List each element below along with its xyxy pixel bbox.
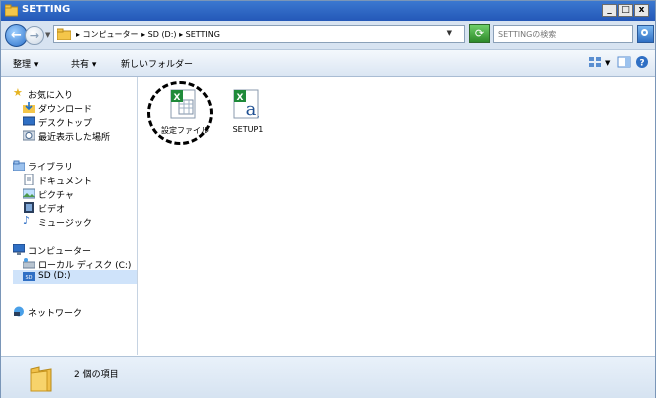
back-arrow-icon: ←	[11, 28, 22, 43]
svg-text:,: ,	[257, 110, 260, 119]
close-button[interactable]: x	[634, 4, 649, 17]
command-bar: 整理 ▾ 共有 ▾ 新しいフォルダー ▼ ?	[1, 50, 655, 77]
navigation-pane: ★ お気に入り ダウンロード デスクトップ 最近表示した場所 ライブラリ ドキュ…	[1, 77, 138, 355]
view-options-icon[interactable]	[588, 55, 602, 69]
nav-network[interactable]: ネットワーク	[13, 305, 133, 319]
address-row: ← → ▼ ▸ コンピューター ▸ SD (D:) ▸ SETTING ▼ ⟳	[1, 21, 655, 50]
nav-sd-d[interactable]: SD SD (D:)	[13, 270, 137, 284]
file-name: SETUP1	[232, 125, 264, 134]
search-icon	[641, 29, 648, 36]
search-button[interactable]	[637, 25, 654, 43]
file-list: X 設定ファイル X a , SETUP1	[138, 77, 655, 355]
network-icon	[14, 306, 24, 317]
sd-card-icon: SD	[23, 272, 35, 281]
star-icon: ★	[13, 86, 23, 99]
new-folder-button[interactable]: 新しいフォルダー	[121, 57, 193, 70]
folder-icon	[57, 28, 71, 40]
nav-recent-places[interactable]: 最近表示した場所	[23, 129, 133, 143]
nav-desktop[interactable]: デスクトップ	[23, 115, 133, 129]
svg-text:X: X	[237, 93, 244, 103]
address-dropdown-icon[interactable]: ▼	[447, 29, 452, 37]
maximize-button[interactable]: □	[618, 4, 633, 17]
window-title: SETTING	[22, 4, 71, 15]
computer-icon	[13, 244, 25, 255]
document-icon	[24, 174, 34, 185]
library-icon	[13, 160, 25, 171]
picture-icon	[23, 188, 35, 199]
refresh-button[interactable]: ⟳	[469, 24, 490, 43]
folder-icon	[5, 4, 18, 17]
forward-arrow-icon: →	[29, 29, 40, 42]
nav-favorites[interactable]: ★ お気に入り	[13, 86, 133, 101]
download-icon	[23, 102, 35, 113]
file-item[interactable]: X a , SETUP1	[218, 82, 278, 144]
nav-local-disk-c[interactable]: ローカル ディスク (C:)	[23, 257, 133, 271]
music-icon: ♪	[23, 214, 31, 227]
desktop-icon	[23, 116, 35, 126]
details-pane: 2 個の項目	[1, 356, 655, 398]
item-count: 2 個の項目	[74, 370, 119, 380]
video-icon	[24, 202, 34, 213]
search-input[interactable]	[496, 27, 634, 41]
folder-icon	[30, 366, 52, 392]
svg-text:SD: SD	[25, 275, 32, 281]
excel-text-icon: X a ,	[233, 89, 260, 120]
breadcrumb[interactable]: ▸ コンピューター ▸ SD (D:) ▸ SETTING	[76, 29, 220, 40]
address-bar[interactable]: ▸ コンピューター ▸ SD (D:) ▸ SETTING ▼	[53, 25, 465, 43]
minimize-button[interactable]: _	[602, 4, 617, 17]
view-dropdown-icon[interactable]: ▼	[605, 59, 610, 67]
history-dropdown-icon[interactable]: ▼	[45, 31, 50, 39]
help-icon[interactable]: ?	[635, 55, 649, 69]
forward-button[interactable]: →	[25, 26, 44, 45]
nav-documents[interactable]: ドキュメント	[23, 173, 133, 187]
nav-pictures[interactable]: ピクチャ	[23, 187, 133, 201]
title-bar[interactable]: SETTING _ □ x	[1, 1, 655, 21]
search-box[interactable]	[493, 25, 634, 43]
recent-places-icon	[23, 130, 35, 141]
share-menu[interactable]: 共有 ▾	[71, 57, 96, 70]
organize-menu[interactable]: 整理 ▾	[13, 57, 38, 70]
hard-drive-icon	[23, 258, 35, 269]
explorer-window: SETTING _ □ x ← → ▼ ▸ コンピューター ▸ SD (D:) …	[0, 0, 656, 398]
nav-videos[interactable]: ビデオ	[23, 201, 133, 215]
svg-text:a: a	[246, 99, 257, 120]
nav-downloads[interactable]: ダウンロード	[23, 101, 133, 115]
svg-text:?: ?	[639, 59, 644, 69]
preview-pane-icon[interactable]	[617, 55, 631, 69]
nav-computer[interactable]: コンピューター	[13, 243, 133, 257]
nav-music[interactable]: ♪ ミュージック	[23, 214, 133, 229]
nav-libraries[interactable]: ライブラリ	[13, 159, 133, 173]
highlight-circle	[147, 81, 213, 145]
